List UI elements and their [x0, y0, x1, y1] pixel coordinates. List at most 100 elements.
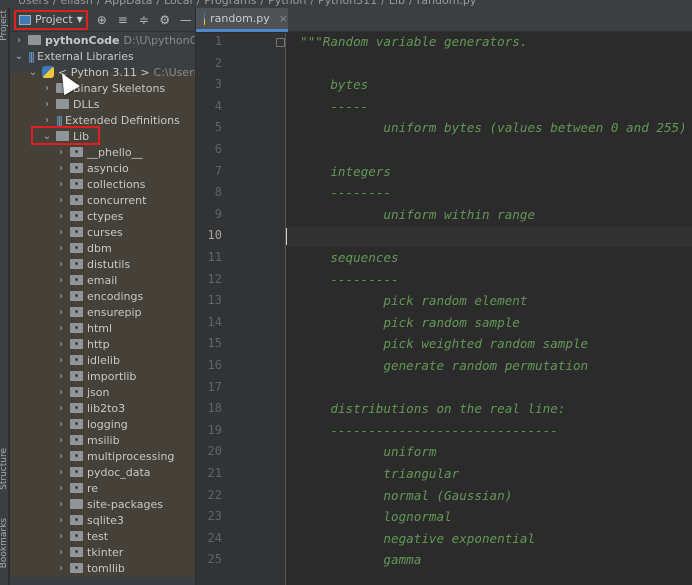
tree-item[interactable]: › tomllib [56, 560, 125, 576]
tree-item-label: email [87, 273, 118, 287]
chevron-right-icon[interactable]: › [56, 275, 66, 286]
chevron-right-icon[interactable]: › [56, 147, 66, 158]
tree-item[interactable]: › site-packages [56, 496, 163, 512]
locate-icon[interactable]: ⊕ [95, 13, 109, 27]
chevron-down-icon[interactable]: ⌄ [14, 51, 24, 62]
chevron-right-icon[interactable]: › [56, 499, 66, 510]
chevron-right-icon[interactable]: › [56, 195, 66, 206]
chevron-down-icon[interactable]: ⌄ [28, 67, 38, 78]
breadcrumb-item[interactable]: AppData [105, 0, 153, 7]
close-icon[interactable]: × [279, 12, 288, 25]
tree-item[interactable]: › http [56, 336, 110, 352]
chevron-right-icon[interactable]: › [56, 259, 66, 270]
chevron-right-icon[interactable]: › [56, 403, 66, 414]
breadcrumb-item[interactable]: Local [164, 0, 193, 7]
chevron-right-icon[interactable]: › [56, 243, 66, 254]
chevron-right-icon[interactable]: › [56, 467, 66, 478]
chevron-right-icon[interactable]: › [56, 419, 66, 430]
chevron-right-icon[interactable]: › [56, 227, 66, 238]
tree-item[interactable]: › json [56, 384, 110, 400]
collapse-all-icon[interactable]: ≑ [137, 13, 151, 27]
tree-item[interactable]: › DLLs [42, 96, 99, 112]
chevron-right-icon[interactable]: › [42, 83, 52, 94]
breadcrumb-item[interactable]: Python [268, 0, 306, 7]
expand-all-icon[interactable]: ≡ [116, 13, 130, 27]
editor-gutter [196, 33, 286, 585]
chevron-right-icon[interactable]: › [56, 531, 66, 542]
tree-item[interactable]: › __phello__ [56, 144, 143, 160]
code-line: normal (Gaussian) [300, 487, 513, 503]
tree-item[interactable]: › sqlite3 [56, 512, 124, 528]
folder-icon [70, 339, 83, 349]
breadcrumb-item[interactable]: Programs [204, 0, 256, 7]
chevron-right-icon[interactable]: › [56, 483, 66, 494]
tree-item[interactable]: › email [56, 272, 117, 288]
chevron-right-icon[interactable]: › [56, 515, 66, 526]
minimize-icon[interactable]: — [179, 13, 193, 27]
breadcrumb-item[interactable]: Users [18, 0, 49, 7]
tree-item[interactable]: › msilib [56, 432, 120, 448]
chevron-right-icon[interactable]: › [42, 115, 52, 126]
tree-item[interactable]: › html [56, 320, 112, 336]
tree-item[interactable]: › multiprocessing [56, 448, 174, 464]
line-number: 12 [207, 271, 222, 286]
tree-item-external-libraries[interactable]: ⌄ ||| External Libraries [14, 48, 134, 64]
chevron-right-icon[interactable]: › [56, 339, 66, 350]
breadcrumb-item[interactable]: random.py [417, 0, 477, 7]
breadcrumb: Users / eliash / AppData / Local / Programs / Pyth… [0, 0, 692, 8]
code-line: bytes [300, 77, 369, 93]
project-view-dropdown[interactable]: Project ▼ [14, 9, 88, 30]
chevron-right-icon[interactable]: › [56, 435, 66, 446]
chevron-right-icon[interactable]: › [56, 371, 66, 382]
tree-item[interactable]: › collections [56, 176, 146, 192]
bookmarks-tool-tab[interactable]: Bookmarks [0, 518, 9, 568]
chevron-right-icon[interactable]: › [14, 35, 24, 46]
line-number: 4 [214, 98, 222, 113]
line-number: 25 [207, 552, 222, 567]
project-tool-tab[interactable]: Project [0, 10, 9, 41]
tree-item[interactable]: › ctypes [56, 208, 123, 224]
tree-item[interactable]: › encodings [56, 288, 143, 304]
chevron-right-icon[interactable]: › [56, 387, 66, 398]
tree-item[interactable]: › ensurepip [56, 304, 142, 320]
chevron-right-icon[interactable]: › [56, 547, 66, 558]
fold-icon[interactable] [276, 38, 285, 47]
tree-item[interactable]: › logging [56, 416, 128, 432]
chevron-right-icon[interactable]: › [56, 355, 66, 366]
breadcrumb-item[interactable]: eliash [61, 0, 93, 7]
tree-item[interactable]: › asyncio [56, 160, 129, 176]
tree-item[interactable]: › importlib [56, 368, 136, 384]
tree-item[interactable]: › curses [56, 224, 123, 240]
tree-item-project[interactable]: › pythonCodeD:\U\pythonCode [14, 32, 195, 48]
tree-item[interactable]: › re [56, 480, 98, 496]
chevron-right-icon[interactable]: › [56, 211, 66, 222]
chevron-right-icon[interactable]: › [42, 99, 52, 110]
tree-item[interactable]: › lib2to3 [56, 400, 125, 416]
tree-item[interactable]: › tkinter [56, 544, 123, 560]
tree-item[interactable]: › idlelib [56, 352, 120, 368]
gear-icon[interactable]: ⚙ [158, 13, 172, 27]
chevron-right-icon[interactable]: › [56, 307, 66, 318]
chevron-right-icon[interactable]: › [56, 323, 66, 334]
chevron-right-icon[interactable]: › [56, 563, 66, 574]
tree-item[interactable]: › test [56, 528, 108, 544]
chevron-right-icon[interactable]: › [56, 291, 66, 302]
tree-item[interactable]: › dbm [56, 240, 112, 256]
folder-icon [70, 451, 83, 461]
line-number: 11 [207, 250, 222, 264]
chevron-right-icon[interactable]: › [56, 179, 66, 190]
chevron-right-icon[interactable]: › [56, 163, 66, 174]
tree-item[interactable]: › pydoc_data [56, 464, 151, 480]
tree-item-label: concurrent [87, 193, 147, 207]
tree-item[interactable]: › concurrent [56, 192, 146, 208]
tree-item[interactable]: › distutils [56, 256, 130, 272]
horizontal-scrollbar[interactable] [10, 577, 195, 585]
tab-random-py[interactable]: random.py × [196, 8, 288, 32]
breadcrumb-separator: / [381, 0, 385, 7]
tree-item-python-sdk[interactable]: ⌄< Python 3.11 >C:\Users\elia [28, 64, 195, 80]
tree-item-label: importlib [87, 369, 137, 383]
breadcrumb-item[interactable]: Python311 [318, 0, 377, 7]
breadcrumb-item[interactable]: Lib [389, 0, 405, 7]
structure-tool-tab[interactable]: Structure [0, 448, 9, 490]
chevron-right-icon[interactable]: › [56, 451, 66, 462]
